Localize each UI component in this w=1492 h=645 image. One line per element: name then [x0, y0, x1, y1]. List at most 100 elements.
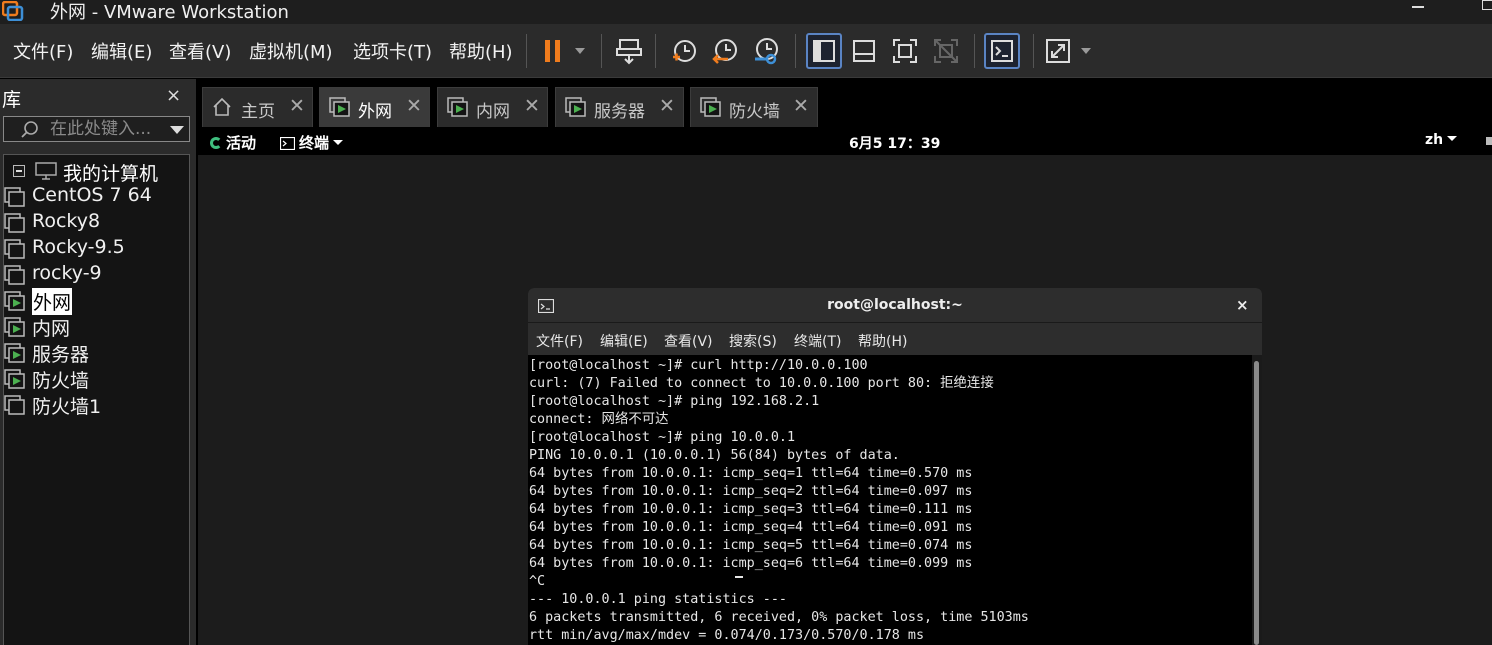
- terminal-output[interactable]: [root@localhost ~]# curl http://10.0.0.1…: [528, 355, 1252, 645]
- computer-icon: [35, 162, 57, 184]
- toolbar-separator: [974, 34, 975, 68]
- system-menu-icon[interactable]: [1486, 137, 1492, 145]
- tree-item-vm[interactable]: rocky-9: [4, 262, 134, 288]
- tab-close-icon[interactable]: ✕: [793, 95, 809, 117]
- toolbar-separator: [655, 34, 656, 68]
- maximize-button[interactable]: [1482, 0, 1492, 10]
- library-search-input[interactable]: [50, 119, 162, 139]
- menu-view[interactable]: 查看(V): [169, 38, 231, 64]
- activities-button[interactable]: 活动: [210, 132, 256, 153]
- menu-vm[interactable]: 虚拟机(M): [249, 38, 333, 64]
- terminal-header[interactable]: root@localhost:~ ×: [528, 288, 1262, 323]
- show-library-icon[interactable]: [806, 33, 842, 69]
- fullscreen-icon[interactable]: [887, 33, 923, 69]
- vm-icon: [4, 187, 26, 211]
- menu-tabs[interactable]: 选项卡(T): [353, 38, 432, 64]
- stretch-dropdown-icon[interactable]: [1081, 48, 1091, 54]
- minimize-button[interactable]: [1412, 6, 1424, 8]
- snapshot-manager-icon[interactable]: [748, 33, 784, 69]
- menu-file[interactable]: 文件(F): [13, 38, 73, 64]
- terminal-cursor: [735, 576, 743, 578]
- input-language-caret-icon: [1447, 136, 1458, 141]
- search-icon: [20, 120, 40, 144]
- toolbar-separator: [526, 34, 527, 68]
- tree-item-vm[interactable]: 服务器: [4, 340, 134, 366]
- vm-icon: [4, 265, 26, 289]
- vm-running-icon: [4, 343, 26, 367]
- terminal-line: [root@localhost ~]# ping 192.168.2.1: [529, 394, 820, 409]
- toolbar-separator: [795, 34, 796, 68]
- pause-dropdown-icon[interactable]: [575, 48, 585, 54]
- tree-item-vm[interactable]: 防火墙: [4, 366, 134, 392]
- stretch-icon[interactable]: [1040, 33, 1076, 69]
- search-dropdown-icon[interactable]: [170, 126, 184, 134]
- activities-label: 活动: [226, 134, 257, 152]
- app-menu[interactable]: 终端: [279, 132, 344, 154]
- terminal-scrollbar[interactable]: [1252, 355, 1262, 645]
- tab-close-icon[interactable]: ✕: [524, 95, 540, 117]
- terminal-line: 64 bytes from 10.0.0.1: icmp_seq=6 ttl=6…: [529, 556, 973, 571]
- terminal-line: [root@localhost ~]# curl http://10.0.0.1…: [529, 358, 868, 373]
- library-search[interactable]: [3, 116, 190, 142]
- vm-icon: [4, 395, 26, 419]
- tree-item-vm[interactable]: CentOS 7 64: [4, 184, 152, 211]
- collapse-icon[interactable]: [13, 165, 25, 177]
- terminal-line: 64 bytes from 10.0.0.1: icmp_seq=4 ttl=6…: [529, 520, 973, 535]
- tree-item-label: 防火墙1: [32, 396, 102, 418]
- tree-item-vm[interactable]: 内网: [4, 314, 134, 340]
- terminal-close-button[interactable]: ×: [1236, 296, 1249, 314]
- tab-close-icon[interactable]: ✕: [659, 95, 675, 117]
- show-thumbnails-icon[interactable]: [846, 33, 882, 69]
- tree-item-label: Rocky8: [32, 210, 101, 232]
- vm-running-icon: [700, 97, 722, 121]
- term-menu-terminal[interactable]: 终端(T): [794, 331, 841, 351]
- tree-item-label: CentOS 7 64: [32, 184, 152, 206]
- tree-item-vm[interactable]: 防火墙1: [4, 392, 134, 418]
- tree-item-vm[interactable]: 外网: [4, 288, 134, 315]
- tree-item-label: 防火墙: [32, 370, 90, 392]
- unity-icon[interactable]: [928, 33, 964, 69]
- library-title: 库: [2, 89, 22, 111]
- send-keys-icon[interactable]: [611, 33, 647, 69]
- tab-label: 内网: [476, 102, 510, 122]
- tree-item-vm[interactable]: Rocky8: [4, 210, 134, 236]
- tab-home[interactable]: 主页 ✕: [202, 87, 313, 127]
- term-menu-help[interactable]: 帮助(H): [858, 331, 907, 351]
- tab-vm[interactable]: 外网 ✕: [319, 87, 430, 127]
- snapshot-take-icon[interactable]: [666, 33, 702, 69]
- tree-item-label: 外网: [32, 288, 73, 315]
- vm-display[interactable]: 活动 终端 6月5 17：39 zh root@localhost:~ × 文件…: [198, 127, 1492, 645]
- terminal-line: --- 10.0.0.1 ping statistics ---: [529, 592, 787, 607]
- term-menu-view[interactable]: 查看(V): [664, 331, 713, 351]
- tab-vm[interactable]: 内网 ✕: [437, 87, 548, 127]
- term-menu-file[interactable]: 文件(F): [536, 331, 583, 351]
- vm-running-icon: [4, 291, 26, 315]
- terminal-line: 64 bytes from 10.0.0.1: icmp_seq=1 ttl=6…: [529, 466, 973, 481]
- tree-root-label[interactable]: 我的计算机: [63, 159, 158, 186]
- terminal-line: 6 packets transmitted, 6 received, 0% pa…: [529, 610, 1029, 625]
- tree-item-label: Rocky-9.5: [32, 236, 125, 258]
- library-close-button[interactable]: ×: [166, 85, 181, 106]
- vm-running-icon: [447, 97, 469, 121]
- menu-edit[interactable]: 编辑(E): [91, 38, 152, 64]
- tab-close-icon[interactable]: ✕: [289, 95, 305, 117]
- terminal-window[interactable]: root@localhost:~ × 文件(F) 编辑(E) 查看(V) 搜索(…: [528, 288, 1262, 645]
- tree-item-vm[interactable]: Rocky-9.5: [4, 236, 134, 262]
- scrollbar-thumb[interactable]: [1254, 361, 1259, 645]
- toolbar-separator: [601, 34, 602, 68]
- tree-item-label: 内网: [32, 318, 71, 340]
- console-view-icon[interactable]: [984, 33, 1020, 69]
- vm-running-icon: [329, 97, 351, 121]
- tab-label: 服务器: [594, 102, 645, 122]
- term-menu-edit[interactable]: 编辑(E): [600, 331, 648, 351]
- term-menu-search[interactable]: 搜索(S): [729, 331, 777, 351]
- tab-close-icon[interactable]: ✕: [406, 95, 422, 117]
- input-language[interactable]: zh: [1425, 132, 1458, 148]
- snapshot-revert-icon[interactable]: [707, 33, 743, 69]
- tree-item-label: 服务器: [32, 344, 90, 366]
- menu-help[interactable]: 帮助(H): [449, 38, 513, 64]
- tab-vm[interactable]: 服务器 ✕: [555, 87, 684, 127]
- clock[interactable]: 6月5 17：39: [849, 133, 940, 153]
- tab-vm[interactable]: 防火墙 ✕: [690, 87, 818, 127]
- pause-icon[interactable]: [535, 33, 571, 69]
